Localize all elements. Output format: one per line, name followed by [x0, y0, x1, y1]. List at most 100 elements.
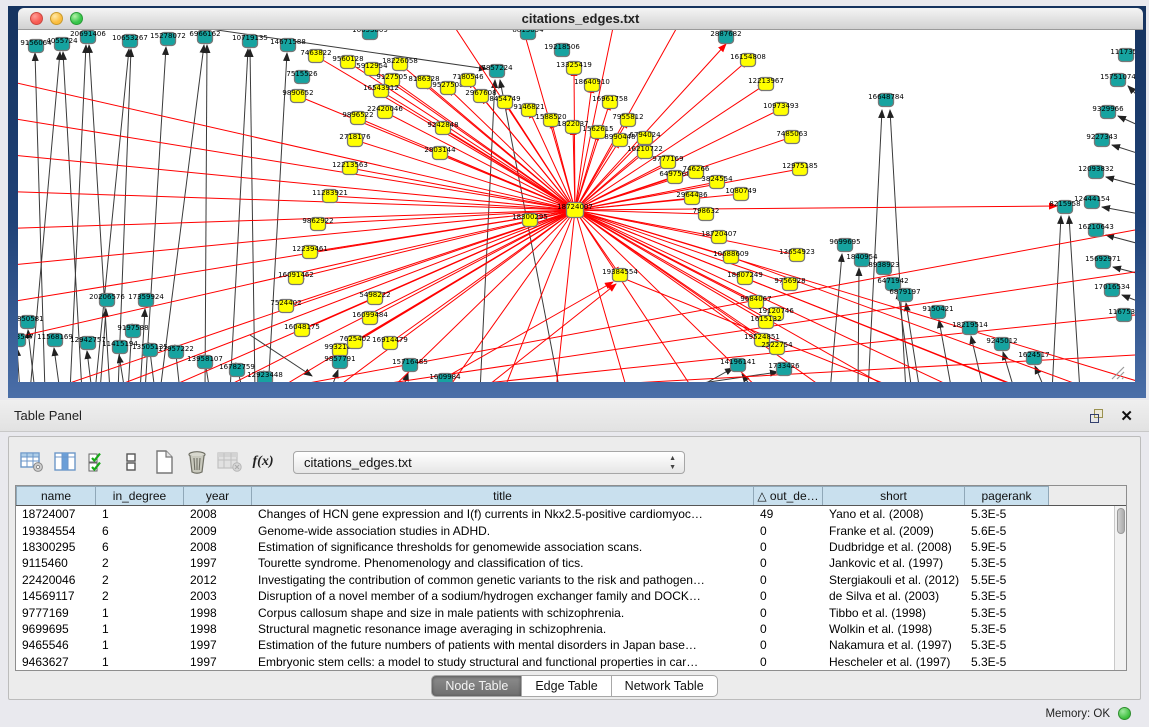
graph-node[interactable]: 10719135: [232, 34, 268, 48]
graph-node[interactable]: 16099484: [352, 311, 388, 325]
select-columns-button[interactable]: [83, 448, 113, 476]
graph-node[interactable]: 18219514: [952, 321, 988, 335]
graph-node[interactable]: 19218506: [544, 43, 580, 57]
delete-table-button[interactable]: [182, 448, 212, 476]
table-row[interactable]: 946554611997Estimation of the future num…: [16, 637, 1114, 653]
graph-node[interactable]: 8813054: [512, 30, 544, 40]
graph-node[interactable]: 9756928: [774, 277, 805, 291]
tab-node-table[interactable]: Node Table: [431, 675, 522, 697]
table-row[interactable]: 1830029562008Estimation of significance …: [16, 539, 1114, 555]
graph-node[interactable]: 12923448: [247, 371, 283, 382]
graph-node[interactable]: 20206576: [89, 293, 125, 307]
graph-node[interactable]: 9242848: [427, 121, 458, 135]
graph-node[interactable]: 1167533: [1108, 308, 1135, 322]
column-header-pagerank[interactable]: pagerank: [965, 486, 1049, 505]
graph-node[interactable]: 2887682: [710, 30, 741, 44]
graph-node[interactable]: 9150421: [922, 305, 953, 319]
graph-node[interactable]: 9862922: [302, 217, 333, 231]
column-header-out_de[interactable]: △ out_de…: [754, 486, 823, 505]
graph-node[interactable]: 9699695: [829, 238, 860, 252]
graph-node[interactable]: 13654923: [779, 248, 815, 262]
graph-node[interactable]: 8938923: [868, 261, 899, 275]
graph-node[interactable]: 2718176: [339, 133, 371, 147]
graph-node[interactable]: 7524402: [270, 299, 301, 313]
graph-node[interactable]: 1609984: [429, 373, 461, 382]
graph-node[interactable]: 7463822: [300, 49, 331, 63]
column-header-short[interactable]: short: [823, 486, 965, 505]
graph-node[interactable]: 12942757: [70, 336, 106, 350]
show-columns-button[interactable]: [50, 448, 80, 476]
graph-node[interactable]: 7485063: [776, 130, 807, 144]
tab-network-table[interactable]: Network Table: [612, 675, 718, 697]
function-builder-button[interactable]: f(x): [248, 448, 278, 476]
graph-node[interactable]: 10653267: [112, 34, 148, 48]
graph-node[interactable]: 16091462: [278, 271, 314, 285]
graph-node[interactable]: 12213563: [332, 161, 368, 175]
memory-ok-icon[interactable]: [1118, 707, 1131, 720]
table-row[interactable]: 1938455462009Genome-wide association stu…: [16, 522, 1114, 538]
node-table[interactable]: namein_degreeyeartitle△ out_de…shortpage…: [15, 485, 1127, 671]
table-mode-button[interactable]: [17, 448, 47, 476]
graph-node[interactable]: 2522754: [761, 341, 793, 355]
table-row[interactable]: 1456911722003Disruption of a novel membe…: [16, 588, 1114, 604]
resize-grip-icon[interactable]: [1111, 366, 1125, 380]
graph-node[interactable]: 18640910: [574, 78, 610, 92]
table-vertical-scrollbar[interactable]: [1114, 506, 1126, 670]
table-row[interactable]: 911546021997Tourette syndrome. Phenomeno…: [16, 555, 1114, 571]
graph-node[interactable]: 1117353: [1110, 48, 1135, 62]
table-row[interactable]: 946362711997Embryonic stem cells: a mode…: [16, 654, 1114, 670]
float-panel-icon[interactable]: [1090, 409, 1105, 424]
graph-node[interactable]: 7515526: [286, 70, 318, 84]
graph-node[interactable]: 16914479: [372, 336, 408, 350]
graph-node[interactable]: 15692971: [1085, 255, 1121, 269]
graph-node[interactable]: 15716485: [392, 358, 428, 372]
row-height-button[interactable]: [116, 448, 146, 476]
graph-node[interactable]: 9245012: [986, 337, 1017, 351]
column-header-in_degree[interactable]: in_degree: [96, 486, 184, 505]
graph-node[interactable]: 6794024: [629, 131, 661, 145]
graph-node[interactable]: 10973493: [763, 102, 799, 116]
graph-node[interactable]: 9197588: [117, 324, 148, 338]
column-header-year[interactable]: year: [184, 486, 252, 505]
graph-node[interactable]: 8215958: [1049, 200, 1080, 214]
graph-node[interactable]: 13325419: [556, 61, 592, 75]
graph-node[interactable]: 12975185: [782, 162, 818, 176]
column-header-title[interactable]: title: [252, 486, 754, 505]
graph-node[interactable]: 12239461: [292, 245, 328, 259]
close-panel-icon[interactable]: ✕: [1120, 407, 1133, 425]
graph-node[interactable]: 11568169: [37, 333, 73, 347]
network-canvas[interactable]: 7463822956012859129541822605891275051654…: [18, 30, 1135, 382]
graph-node[interactable]: 2964436: [676, 191, 708, 205]
graph-node[interactable]: 1080749: [725, 187, 756, 201]
graph-node[interactable]: 17016534: [1094, 283, 1130, 297]
table-row[interactable]: 1872400712008Changes of HCN gene express…: [16, 506, 1114, 522]
table-row[interactable]: 969969511998Structural magnetic resonanc…: [16, 621, 1114, 637]
scrollbar-thumb[interactable]: [1117, 508, 1125, 534]
graph-node[interactable]: 3913547: [18, 333, 34, 347]
graph-node[interactable]: 16053809: [352, 30, 388, 40]
graph-node[interactable]: 1624517: [1018, 351, 1049, 365]
graph-node[interactable]: 16154808: [730, 53, 766, 67]
new-table-button[interactable]: [149, 448, 179, 476]
graph-node[interactable]: 6879197: [889, 288, 920, 302]
graph-node[interactable]: 9857791: [324, 355, 355, 369]
graph-node[interactable]: 19384554: [602, 268, 638, 282]
graph-node[interactable]: 4055724: [46, 37, 78, 51]
column-header-name[interactable]: name: [16, 486, 96, 505]
table-selector-dropdown[interactable]: citations_edges.txt ▲▼: [293, 451, 685, 474]
graph-node[interactable]: 15278072: [150, 32, 186, 46]
graph-node[interactable]: 12213967: [748, 77, 784, 91]
graph-node[interactable]: 9777169: [652, 155, 683, 169]
citation-network-graph[interactable]: 7463822956012859129541822605891275051654…: [18, 30, 1135, 382]
graph-node[interactable]: 1615132: [750, 315, 781, 329]
graph-node[interactable]: 15751074: [1100, 73, 1135, 87]
network-window-titlebar[interactable]: citations_edges.txt: [18, 8, 1143, 30]
table-row[interactable]: 2242004622012Investigating the contribut…: [16, 572, 1114, 588]
graph-node[interactable]: 1850581: [18, 315, 44, 329]
graph-node[interactable]: 14196141: [720, 358, 756, 372]
tab-edge-table[interactable]: Edge Table: [522, 675, 611, 697]
graph-node[interactable]: 16648784: [868, 93, 904, 107]
graph-node[interactable]: 6966162: [189, 30, 220, 44]
graph-node[interactable]: 11283921: [312, 189, 348, 203]
graph-node[interactable]: 16961758: [592, 95, 628, 109]
